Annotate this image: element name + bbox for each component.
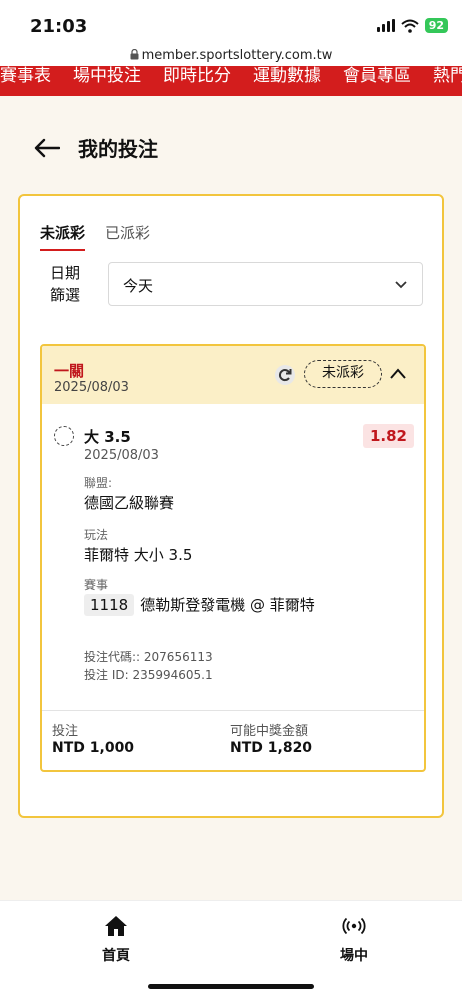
- date-filter-label: 日期 篩選: [50, 262, 80, 306]
- event-name: 德勒斯登發電機 @ 菲爾特: [140, 596, 315, 614]
- selection-indicator-icon: [54, 426, 74, 446]
- bet-code: 投注代碼:: 207656113: [84, 650, 213, 664]
- selection-name: 大 3.5: [84, 428, 131, 446]
- tab-bar: 未派彩 已派彩: [40, 222, 150, 251]
- bet-id: 投注 ID: 235994605.1: [84, 668, 213, 682]
- league-label: 聯盟:: [84, 476, 113, 490]
- selection-date: 2025/08/03: [84, 448, 159, 463]
- event-value: 1118 德勒斯登發電機 @ 菲爾特: [84, 594, 315, 616]
- bet-card: 一關 2025/08/03 未派彩 大 3.5 2025/08/03 1.82 …: [40, 344, 426, 772]
- battery-indicator: 92: [424, 18, 448, 33]
- status-icons: 92: [376, 18, 448, 33]
- status-bar: 21:03 92: [0, 0, 462, 50]
- bets-panel: 未派彩 已派彩 日期 篩選 今天 一關 2025/08/03 未派彩 大 3.5…: [18, 194, 444, 818]
- divider: [42, 710, 424, 711]
- top-nav-item[interactable]: 賽事表: [0, 67, 51, 85]
- top-nav: 賽事表 場中投注 即時比分 運動數據 會員專區 熱門: [0, 66, 462, 96]
- date-filter-label-line: 日期: [50, 264, 81, 282]
- top-nav-item[interactable]: 熱門: [433, 67, 462, 85]
- date-filter-value: 今天: [123, 277, 154, 295]
- market-value: 菲爾特 大小 3.5: [84, 546, 193, 564]
- league-value: 德國乙級聯賽: [84, 494, 175, 512]
- tab-unsettled[interactable]: 未派彩: [40, 222, 86, 251]
- nav-home-label: 首頁: [102, 948, 130, 964]
- top-nav-item[interactable]: 會員專區: [343, 67, 411, 85]
- page-header: 我的投注: [34, 133, 158, 162]
- home-indicator: [148, 984, 314, 989]
- wifi-icon: [401, 19, 419, 33]
- url-text: member.sportslottery.com.tw: [141, 48, 333, 63]
- tab-settled[interactable]: 已派彩: [105, 222, 150, 251]
- stake-label: 投注: [52, 724, 79, 739]
- date-filter-select[interactable]: 今天: [108, 262, 423, 306]
- status-time: 21:03: [30, 16, 88, 37]
- top-nav-item[interactable]: 場中投注: [73, 67, 141, 85]
- date-filter-label-line: 篩選: [50, 286, 81, 304]
- back-arrow-icon[interactable]: [34, 138, 60, 158]
- signal-icon: [376, 19, 395, 32]
- bet-date: 2025/08/03: [54, 380, 129, 395]
- home-icon: [105, 916, 127, 936]
- live-icon: [342, 917, 366, 935]
- top-nav-item[interactable]: 即時比分: [163, 67, 231, 85]
- nav-home[interactable]: 首頁: [76, 915, 156, 965]
- payout-value: NTD 1,820: [230, 740, 313, 756]
- chevron-up-icon[interactable]: [388, 364, 408, 384]
- page-title: 我的投注: [78, 137, 158, 161]
- chevron-down-icon: [395, 281, 407, 289]
- status-badge: 未派彩: [304, 360, 382, 388]
- event-label: 賽事: [84, 578, 109, 592]
- event-id: 1118: [84, 594, 135, 616]
- odds-badge: 1.82: [362, 424, 414, 448]
- bet-type: 一關: [54, 362, 85, 380]
- refresh-icon[interactable]: [274, 364, 296, 386]
- top-nav-item[interactable]: 運動數據: [253, 67, 321, 85]
- nav-live-label: 場中: [340, 948, 368, 964]
- market-label: 玩法: [84, 528, 109, 542]
- lock-icon: [130, 48, 139, 60]
- stake-value: NTD 1,000: [52, 740, 135, 756]
- payout-label: 可能中獎金額: [230, 724, 309, 739]
- bet-card-header[interactable]: 一關 2025/08/03 未派彩: [42, 346, 424, 404]
- url-bar[interactable]: member.sportslottery.com.tw: [0, 48, 462, 66]
- nav-live[interactable]: 場中: [314, 915, 394, 965]
